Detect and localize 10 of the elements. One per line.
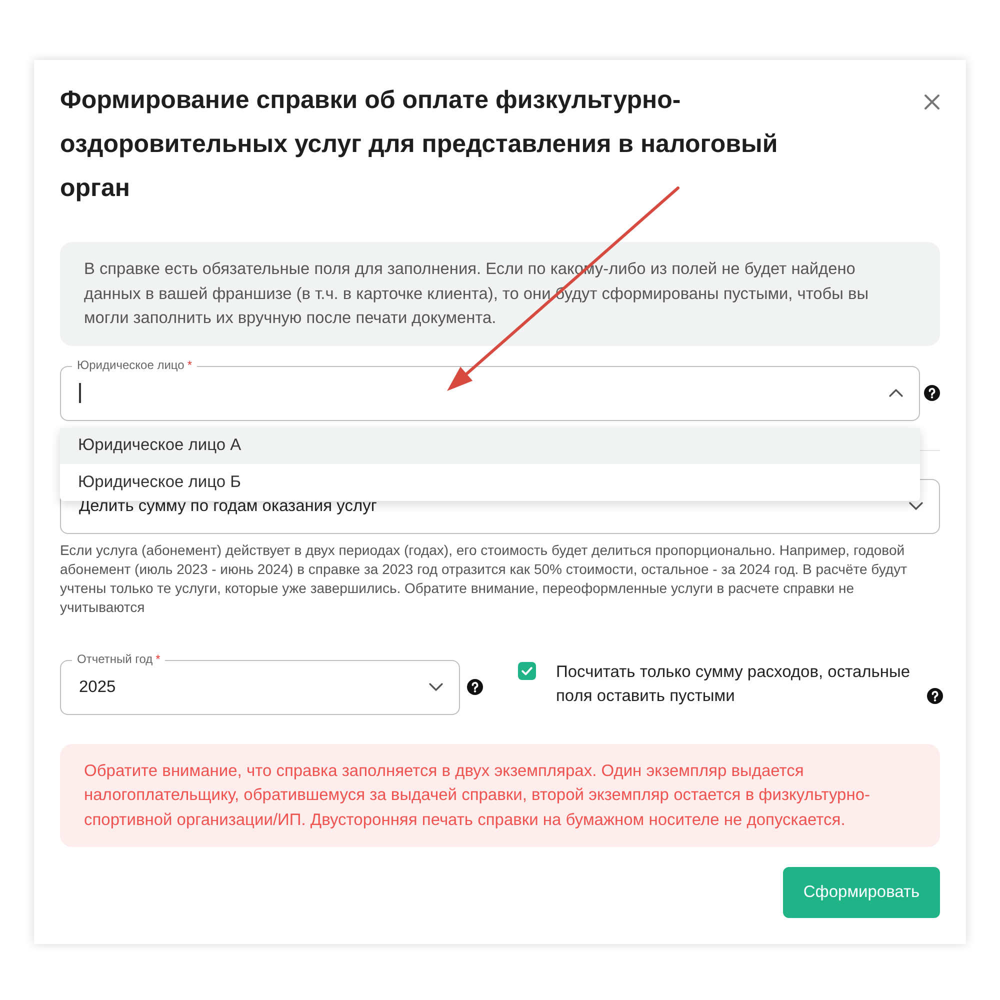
warning-notice: Обратите внимание, что справка заполняется в двух экземплярах. Один экземпляр выдается налогоплательщику, обратившемуся за выдачей справки, второй экземпляр остается в физкультурно-спортивной организации/ИП. Двусторонняя печать справки на бумажном носителе не допускается.: [60, 744, 940, 847]
field-hint: Если услуга (абонемент) действует в двух периодах (годах), его стоимость будет делиться пропорционально. Например, годовой абонемент (июль 2023 - июнь 2024) в справке за 2023 год отразится как 50% стоимости, остальное - за 2024 год. В расчёте будут учтены только те услуги, которые уже завершились. Обратите внимание, переоформленные услуги в расчете справки не учитываются: [60, 540, 908, 616]
question-mark-icon[interactable]: [924, 385, 940, 401]
dialog-title: Формирование справки об оплате физкультурно-оздоровительных услуг для представления в налоговый орган: [60, 85, 779, 204]
close-icon[interactable]: [924, 94, 940, 110]
checkbox[interactable]: [518, 662, 536, 680]
dropdown-option[interactable]: Юридическое лицо А: [60, 428, 920, 464]
question-mark-icon[interactable]: [927, 688, 943, 704]
question-mark-icon[interactable]: [467, 679, 483, 695]
checkbox-label: Посчитать только сумму расходов, остальные поля оставить пустыми: [556, 662, 912, 706]
